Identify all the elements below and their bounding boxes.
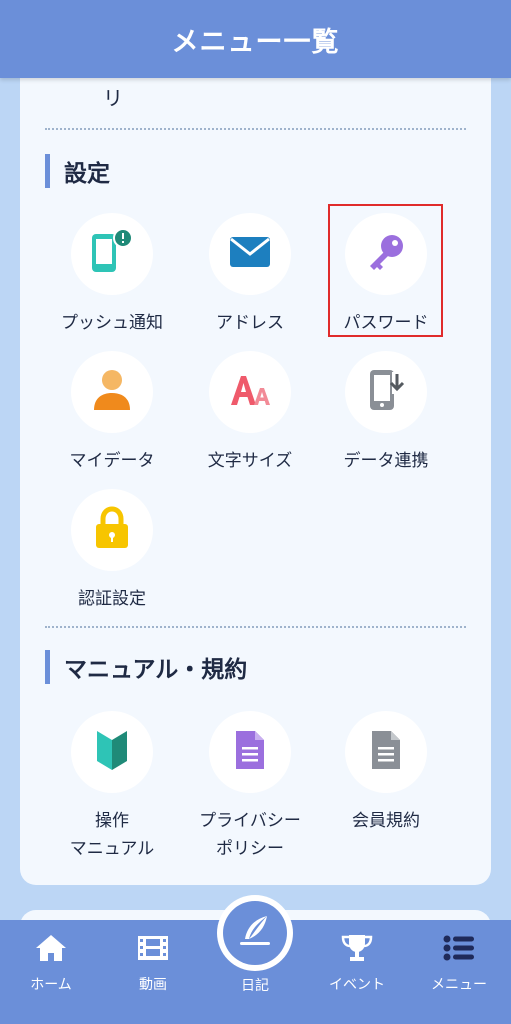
item-label: データ連携 [343, 451, 429, 471]
menu-item-member-terms[interactable]: 会員規約 [316, 711, 456, 835]
icon-circle [71, 351, 153, 433]
menu-item-font-size[interactable]: 文字サイズ [180, 351, 320, 475]
icon-circle [345, 711, 427, 793]
item-label: 認証設定 [78, 589, 146, 609]
menu-item-password[interactable]: パスワード [316, 213, 456, 337]
page-title: メニュー一覧 [171, 26, 340, 58]
home-icon [35, 932, 67, 964]
item-label: パスワード [343, 313, 429, 333]
beginner-mark-icon [95, 728, 129, 776]
mail-icon [228, 235, 272, 273]
tab-label: ホーム [30, 977, 72, 993]
tab-diary[interactable] [217, 895, 293, 971]
section-accent-bar [45, 154, 50, 188]
tab-label: イベント [329, 977, 385, 993]
section-title: 設定 [64, 161, 110, 187]
menu-item-operation-manual[interactable]: 操作 マニュアル [42, 711, 182, 863]
section-header-settings: 設定 [45, 154, 110, 188]
item-label: 会員規約 [352, 811, 420, 831]
dotted-divider [45, 128, 466, 130]
icon-circle [71, 711, 153, 793]
menu-item-address[interactable]: アドレス [180, 213, 320, 337]
push-notification-icon [90, 228, 134, 280]
menu-item-data-link[interactable]: データ連携 [316, 351, 456, 475]
icon-circle [71, 489, 153, 571]
app-header: メニュー一覧 [0, 0, 511, 78]
item-label: アドレス [216, 313, 284, 333]
film-icon [137, 932, 169, 964]
phone-download-icon [366, 368, 406, 416]
menu-item-privacy-policy[interactable]: プライバシー ポリシー [180, 711, 320, 863]
icon-circle [209, 711, 291, 793]
icon-circle [71, 213, 153, 295]
tab-label: 日記 [241, 978, 269, 994]
item-label: 操作 マニュアル [69, 811, 155, 859]
diary-quill-icon [237, 913, 273, 953]
section-header-manual-terms: マニュアル・規約 [45, 650, 247, 684]
item-label: プライバシー ポリシー [199, 811, 301, 859]
tab-menu[interactable]: メニュー [408, 920, 510, 1024]
menu-item-auth-settings[interactable]: 認証設定 [42, 489, 182, 613]
item-label: プッシュ通知 [61, 313, 163, 333]
menu-item-my-data[interactable]: マイデータ [42, 351, 182, 475]
purple-document-icon [233, 729, 267, 775]
icon-circle [209, 351, 291, 433]
list-icon [443, 932, 475, 964]
lock-icon [94, 506, 130, 554]
tab-event[interactable]: イベント [306, 920, 408, 1024]
section-accent-bar [45, 650, 50, 684]
icon-circle [345, 213, 427, 295]
tab-label: メニュー [431, 977, 487, 993]
trophy-icon [341, 932, 373, 964]
person-icon [92, 369, 132, 415]
gray-document-icon [369, 729, 403, 775]
cut-off-item-label: リ [103, 86, 123, 110]
tab-label: 動画 [139, 977, 167, 993]
tab-home[interactable]: ホーム [0, 920, 102, 1024]
item-label: マイデータ [69, 451, 155, 471]
dotted-divider [45, 626, 466, 628]
section-title: マニュアル・規約 [64, 657, 248, 683]
menu-item-push-notification[interactable]: プッシュ通知 [42, 213, 182, 337]
icon-circle [209, 213, 291, 295]
key-icon [365, 231, 407, 277]
item-label: 文字サイズ [207, 451, 293, 471]
tab-video[interactable]: 動画 [102, 920, 204, 1024]
font-size-icon [228, 373, 272, 411]
icon-circle [345, 351, 427, 433]
center-button-inner [223, 901, 287, 965]
